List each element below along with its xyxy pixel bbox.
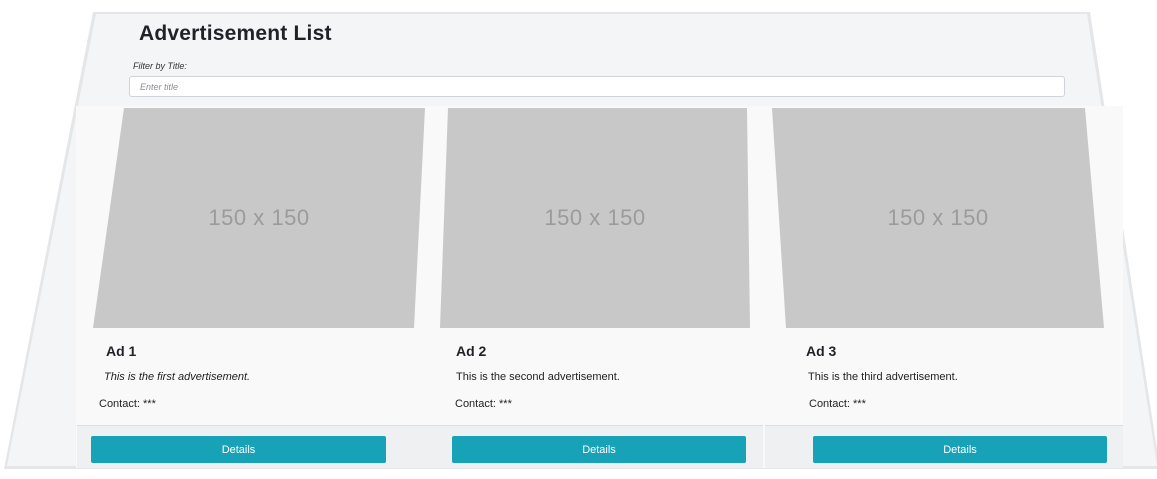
ad-image-2: 150 x 150 (440, 108, 750, 328)
ad-description-1: This is the first advertisement. (104, 371, 251, 383)
ad-title-3: Ad 3 (806, 343, 837, 359)
details-button-1[interactable]: Details (91, 436, 386, 463)
page-title: Advertisement List (139, 22, 332, 45)
details-button-2[interactable]: Details (452, 436, 746, 463)
details-button-3[interactable]: Details (813, 436, 1107, 463)
filter-label: Filter by Title: (133, 61, 187, 71)
ad-image-3: 150 x 150 (772, 108, 1104, 328)
ad-image-3-text: 150 x 150 (887, 205, 989, 230)
ad-contact-2: Contact: *** (455, 398, 512, 410)
ad-image-1: 150 x 150 (93, 108, 425, 328)
ad-title-1: Ad 1 (106, 343, 137, 359)
ad-image-2-text: 150 x 150 (544, 205, 646, 230)
ad-image-1-text: 150 x 150 (208, 205, 310, 230)
ad-description-2: This is the second advertisement. (456, 371, 620, 383)
ad-contact-3: Contact: *** (809, 398, 866, 410)
filter-title-input[interactable] (129, 76, 1065, 97)
ad-contact-1: Contact: *** (99, 398, 156, 410)
ad-title-2: Ad 2 (456, 343, 487, 359)
ad-description-3: This is the third advertisement. (808, 371, 958, 383)
